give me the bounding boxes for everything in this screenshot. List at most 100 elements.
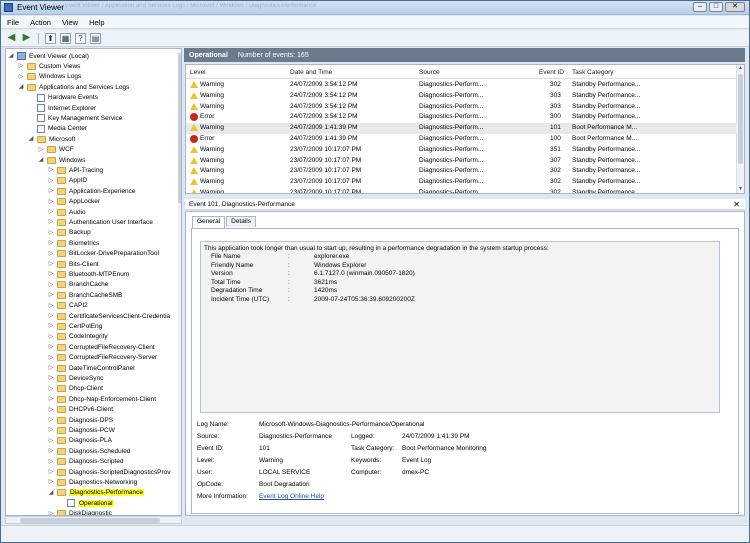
tree-node[interactable]: ▷ Bluetooth-MTPEnum (48, 269, 129, 279)
expand-icon[interactable]: ▷ (48, 209, 54, 215)
tree-node[interactable]: ▷ CodeIntegrity (48, 332, 108, 342)
expand-icon[interactable]: ▷ (48, 375, 54, 381)
collapse-icon[interactable]: ◢ (28, 136, 34, 142)
expand-icon[interactable]: ▷ (48, 292, 54, 298)
expand-icon[interactable]: ▷ (38, 147, 44, 153)
event-row[interactable]: Error 24/07/2009 1:41:39 PM Diagnostics-Pe… (186, 134, 737, 145)
tree-node[interactable]: ▷ Diagnosis-ScriptedDiagnosticsProv (48, 467, 171, 477)
event-row[interactable]: Warning 24/07/2009 3:54:12 PM Diagnostics-… (186, 102, 737, 113)
tree-vertical-scrollbar[interactable] (178, 49, 181, 515)
tree-node[interactable]: ▷ Windows Logs (18, 72, 81, 82)
expand-icon[interactable]: ▷ (48, 271, 54, 277)
tree-node[interactable]: ▷ Custom Views (18, 61, 80, 71)
tree-node[interactable]: ◢ Microsoft (28, 134, 75, 144)
expand-icon[interactable]: ▷ (48, 396, 54, 402)
collapse-icon[interactable]: ◢ (8, 53, 14, 59)
tree-node[interactable]: ▷ Bits-Client (48, 259, 99, 269)
tree-node[interactable]: ▷ CertPolEng (48, 321, 102, 331)
menu-action[interactable]: Action (30, 18, 51, 27)
tree-node[interactable]: ◢ Windows (38, 155, 85, 165)
expand-icon[interactable]: ▷ (48, 479, 54, 485)
tree-node[interactable]: ▷ Dhcp-Nap-Enforcement-Client (48, 394, 156, 404)
tree-node[interactable]: ▷ DeviceSync (48, 373, 103, 383)
event-row[interactable]: Warning 24/07/2009 3:54:12 PM Diagnostics-… (186, 80, 737, 91)
collapse-icon[interactable]: ◢ (18, 84, 24, 90)
expand-icon[interactable]: ▷ (48, 167, 54, 173)
tree-node[interactable]: ▷ WCF (38, 145, 74, 155)
expand-icon[interactable]: ▷ (48, 178, 54, 184)
show-action-pane-icon[interactable]: ▤ (90, 32, 101, 44)
tree-node[interactable]: ▷ DHCPv6-Client (48, 405, 113, 415)
tree-node[interactable]: ▷ Authentication User Interface (48, 217, 153, 227)
tab-general[interactable]: General (192, 216, 226, 228)
column-task-category[interactable]: Task Category (572, 69, 614, 76)
expand-icon[interactable]: ▷ (48, 469, 54, 475)
expand-icon[interactable]: ▷ (48, 219, 54, 225)
tree-node[interactable]: ▷ Backup (48, 228, 91, 238)
tree-node[interactable]: ▷ CorruptedFileRecovery-Client (48, 342, 155, 352)
forward-arrow-icon[interactable]: ▶ (21, 32, 32, 44)
expand-icon[interactable]: ▷ (48, 448, 54, 454)
tab-details[interactable]: Details (226, 216, 256, 227)
column-source[interactable]: Source (419, 69, 440, 76)
minimize-button[interactable]: – (693, 2, 707, 12)
tree-node[interactable]: Key Management Service (28, 113, 122, 123)
tree-node[interactable]: ▷ Diagnosis-PCW (48, 425, 115, 435)
event-message[interactable]: This application took longer than usual … (200, 241, 720, 413)
expand-icon[interactable]: ▷ (48, 417, 54, 423)
expand-icon[interactable]: ▷ (48, 438, 54, 444)
tree-node[interactable]: ▷ Diagnosis-DPS (48, 415, 113, 425)
event-row[interactable]: Error 24/07/2009 3:54:12 PM Diagnostics-Pe… (186, 112, 737, 123)
expand-icon[interactable]: ▷ (48, 459, 54, 465)
show-hide-tree-icon[interactable]: ▦ (60, 32, 71, 44)
help-icon[interactable]: ? (75, 32, 86, 44)
expand-icon[interactable]: ▷ (48, 323, 54, 329)
menu-file[interactable]: File (7, 18, 19, 27)
collapse-icon[interactable]: ◢ (48, 490, 54, 496)
tree-node[interactable]: ◢ Applications and Services Logs (18, 82, 129, 92)
column-level[interactable]: Level (190, 69, 206, 76)
tree-node[interactable]: ◢ Diagnostics-Performance (48, 488, 144, 498)
tree-node[interactable]: ▷ CorruptedFileRecovery-Server (48, 353, 157, 363)
tree-node[interactable]: ▷ CAPI2 (48, 301, 88, 311)
expand-icon[interactable]: ▷ (48, 365, 54, 371)
event-row[interactable]: Warning 23/07/2009 10:17:07 PM Diagnostics… (186, 177, 737, 188)
event-row[interactable]: Warning 23/07/2009 10:17:07 PM Diagnostics… (186, 156, 737, 167)
back-arrow-icon[interactable]: ◀ (6, 32, 17, 44)
tree-node[interactable]: ▷ Application-Experience (48, 186, 135, 196)
tree-node[interactable]: ▷ DiskDiagnostic (48, 509, 112, 515)
expand-icon[interactable]: ▷ (48, 313, 54, 319)
tree-node[interactable]: ▷ Diagnosis-Scripted (48, 457, 124, 467)
expand-icon[interactable]: ▷ (48, 344, 54, 350)
expand-icon[interactable]: ▷ (48, 240, 54, 246)
expand-icon[interactable]: ▷ (48, 251, 54, 257)
expand-icon[interactable]: ▷ (48, 303, 54, 309)
column-event-id[interactable]: Event ID (539, 69, 564, 76)
close-detail-icon[interactable]: ✕ (733, 199, 740, 210)
close-button[interactable]: ✕ (725, 2, 745, 12)
tree-node[interactable]: ▷ BranchCache (48, 280, 108, 290)
tree-node[interactable]: Internet Explorer (28, 103, 96, 113)
tree-node[interactable]: ▷ Diagnosis-Scheduled (48, 446, 130, 456)
tree-node[interactable]: ◢ Event Viewer (Local) (8, 51, 89, 61)
expand-icon[interactable]: ▷ (48, 386, 54, 392)
event-row[interactable]: Warning 24/07/2009 3:54:12 PM Diagnostics-… (186, 91, 737, 102)
expand-icon[interactable]: ▷ (48, 355, 54, 361)
tree-node[interactable]: Operational (58, 498, 114, 508)
event-row[interactable]: Warning 23/07/2009 10:17:07 PM Diagnostics… (186, 145, 737, 156)
tree-node[interactable]: ▷ API-Tracing (48, 165, 103, 175)
event-row[interactable]: Warning 23/07/2009 10:17:07 PM Diagnostics… (186, 188, 737, 193)
expand-icon[interactable]: ▷ (48, 427, 54, 433)
tree-node[interactable]: ▷ Diagnostics-Networking (48, 477, 137, 487)
event-row[interactable]: Warning 23/07/2009 10:17:07 PM Diagnostics… (186, 166, 737, 177)
tree-node[interactable]: ▷ BitLocker-DrivePreparationTool (48, 249, 159, 259)
collapse-icon[interactable]: ◢ (38, 157, 44, 163)
tree-node[interactable]: ▷ AppID (48, 176, 87, 186)
column-date-time[interactable]: Date and Time (290, 69, 332, 76)
event-log-online-help-link[interactable]: Event Log Online Help (259, 493, 324, 500)
tree-node[interactable]: ▷ Biometrics (48, 238, 99, 248)
expand-icon[interactable]: ▷ (48, 261, 54, 267)
tree-node[interactable]: ▷ Audio (48, 207, 86, 217)
expand-icon[interactable]: ▷ (48, 230, 54, 236)
expand-icon[interactable]: ▷ (18, 74, 24, 80)
